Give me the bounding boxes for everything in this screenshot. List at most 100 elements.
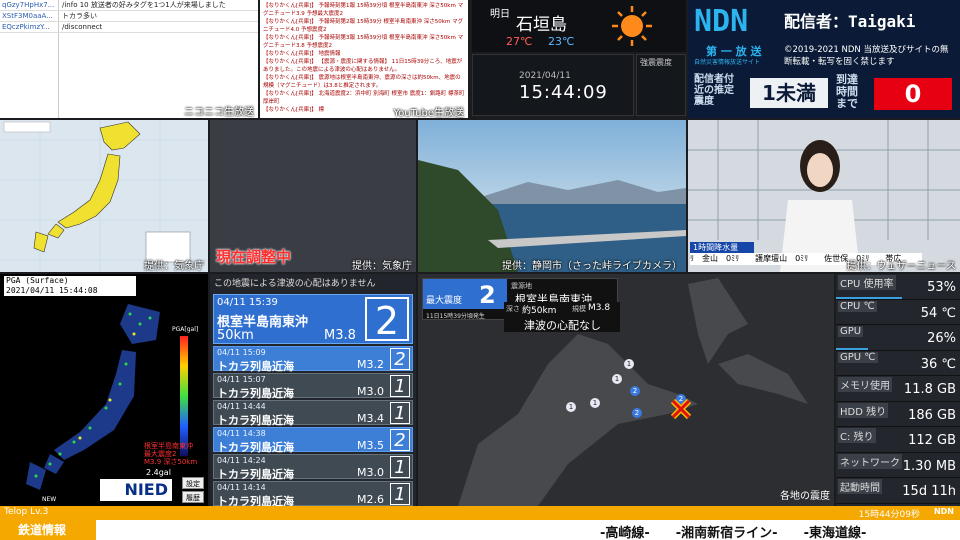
epicenter-label: 震源地 <box>511 282 532 290</box>
youtube-chat-panel: 【なりかくん[兵庫]】 予報時刻第1報 15時39分頃 根室半島南東沖 深さ50… <box>260 0 468 118</box>
eq-shindo: 1 <box>390 483 410 505</box>
live-camera-view: 提供：静岡市（さった峠ライブカメラ） <box>418 120 686 272</box>
stat-row: HDD 残り 186 GB <box>836 402 960 427</box>
weather-low: 23℃ <box>548 35 575 48</box>
clock-time: 15:44:09 <box>519 82 608 103</box>
max-intensity-value: 2 <box>479 281 496 309</box>
japan-map-graphic <box>0 120 208 272</box>
streamer-name: 配信者：Taigaki <box>784 12 916 31</box>
latest-eq-depth: 50km <box>217 328 254 343</box>
pga-new-label: NEW <box>42 496 57 503</box>
occurred-time: 11日15時39分頃発生 <box>426 313 485 320</box>
stat-label: HDD 残り <box>838 402 889 418</box>
yt-line: 【なりかくん[兵庫]】 【震源・震度に関する情報】 11日15時39分ころ、地震… <box>263 59 463 73</box>
pga-gal: 2.4gal <box>146 468 171 477</box>
chat-row: EQczPkimzY... /disconnect <box>0 22 258 33</box>
stat-row: 起動時間 15d 11h <box>836 478 960 504</box>
earthquake-list-panel: この地震による津波の心配はありません 04/11 15:39 根室半島南東沖 5… <box>210 274 416 506</box>
stat-value: 53% <box>927 280 956 295</box>
system-stats-panel: CPU 使用率 53% CPU ℃ 54 ℃ GPU 26% GPU ℃ 36 ℃ メモ… <box>836 274 960 506</box>
stat-row: GPU 26% <box>836 325 960 351</box>
estimated-intensity-label: 配信者付近の推定震度 <box>694 74 734 107</box>
ndn-subtagline: 自然災害情報放送サイト <box>694 59 761 66</box>
stat-bar <box>836 347 869 350</box>
eq-magnitude: M3.4 <box>357 412 384 425</box>
eq-time: 04/11 14:44 <box>217 402 266 411</box>
eq-magnitude: M3.0 <box>357 466 384 479</box>
eq-time: 04/11 14:38 <box>217 429 266 438</box>
chat-row: qGzy7HpHx7.../info 10 放送者の好みタグを1つ1人が来場しま… <box>0 0 258 11</box>
chat-row: XStF3M0aaA... トカラ多い <box>0 11 258 22</box>
adjusting-panel: 現在調整中 提供：気象庁 <box>210 120 416 272</box>
chat-message: /info 10 放送者の好みタグを1つ1人が来場しました <box>58 0 258 10</box>
stat-label: GPU <box>838 326 864 337</box>
eq-time: 04/11 14:14 <box>217 483 266 492</box>
yt-line: 【なりかくん[兵庫]】 予報時刻第3報 15時39分頃 根室半島南東沖 深さ50… <box>263 35 464 49</box>
eq-shindo: 2 <box>390 348 410 370</box>
stat-label: CPU ℃ <box>838 300 877 312</box>
latest-eq-shindo: 2 <box>365 297 409 343</box>
chat-user: qGzy7HpHx7... <box>2 1 55 9</box>
magnitude-value: M3.8 <box>588 303 611 313</box>
youtube-source-label: YouTube生放送 <box>393 108 464 119</box>
weather-day-label: 明日 <box>490 9 510 20</box>
stat-value: 36 ℃ <box>920 356 956 372</box>
stat-value: 54 ℃ <box>920 305 956 321</box>
earthquake-history-list: 04/11 15:09 トカラ列島近海 M3.2 2 04/11 15:07 トカラ列島… <box>210 346 416 506</box>
eq-history-row[interactable]: 04/11 14:24 トカラ列島近海 M3.0 1 <box>213 454 413 481</box>
arrival-time-label: 到達時間まで <box>836 73 858 110</box>
eq-name: トカラ列島近海 <box>217 468 294 481</box>
eq-name: トカラ列島近海 <box>217 495 294 506</box>
eq-shindo: 1 <box>390 456 410 478</box>
magnitude-label: 規模 <box>572 305 586 313</box>
coastline-camera-image <box>418 120 686 272</box>
station-intensity-marker: 1 <box>590 398 600 408</box>
yt-line: 【なりかくん[兵庫]】 震源地は根室半島南東沖、震源の深さは約50km、地震の規… <box>263 75 461 89</box>
stat-value: 15d 11h <box>902 484 956 499</box>
chat-user: XStF3M0aaA... <box>2 12 53 20</box>
eq-history-row[interactable]: 04/11 15:09 トカラ列島近海 M3.2 2 <box>213 346 413 373</box>
train-info-label: 鉄道情報 <box>0 520 96 540</box>
depth-value: 約50km <box>522 306 557 316</box>
eq-time: 04/11 15:09 <box>217 348 266 357</box>
estimated-intensity-value: 1未満 <box>750 78 828 108</box>
niconico-chat-panel: qGzy7HpHx7.../info 10 放送者の好みタグを1つ1人が来場しま… <box>0 0 258 118</box>
eq-time: 04/11 14:24 <box>217 456 266 465</box>
latest-earthquake-card[interactable]: 04/11 15:39 根室半島南東沖 50km M3.8 2 <box>213 294 413 344</box>
eq-shindo: 2 <box>390 429 410 451</box>
pga-eq-info: 根室半島南東沖 最大震度2 M3.9 深さ50km <box>144 442 198 466</box>
pga-history-button[interactable]: 履歴 <box>182 491 204 503</box>
eq-history-row[interactable]: 04/11 14:44 トカラ列島近海 M3.4 1 <box>213 400 413 427</box>
pga-settings-button[interactable]: 設定 <box>182 477 204 489</box>
nied-logo: NIED <box>100 479 172 501</box>
stat-label: C: 残り <box>838 428 876 443</box>
station-intensity-marker: 2 <box>630 386 640 396</box>
station-intensity-marker: 1 <box>612 374 622 384</box>
tsunami-status: 津波の心配なし <box>524 319 601 332</box>
sun-icon <box>612 6 652 46</box>
eq-history-row[interactable]: 04/11 14:14 トカラ列島近海 M2.6 1 <box>213 481 413 506</box>
station-intensity-marker: 1 <box>566 402 576 412</box>
eq-history-row[interactable]: 04/11 15:07 トカラ列島近海 M3.0 1 <box>213 373 413 400</box>
max-intensity-label: 最大震度 <box>426 296 463 306</box>
stat-row: メモリ使用 11.8 GB <box>836 376 960 402</box>
stat-row: CPU ℃ 54 ℃ <box>836 300 960 325</box>
eq-name: トカラ列島近海 <box>217 414 294 427</box>
stat-label: CPU 使用率 <box>838 275 896 290</box>
stat-label: メモリ使用 <box>838 377 892 392</box>
chat-message: /disconnect <box>58 22 258 32</box>
weather-panel: 明日 石垣島 27℃ 23℃ <box>472 0 686 52</box>
eq-name: トカラ列島近海 <box>217 441 294 454</box>
intensity-panel: 強震震度 <box>636 54 686 116</box>
stat-row: GPU ℃ 36 ℃ <box>836 351 960 376</box>
eq-magnitude: M3.0 <box>357 385 384 398</box>
eq-magnitude: M3.2 <box>357 358 384 371</box>
stat-value: 11.8 GB <box>903 382 956 397</box>
yt-line: 【なりかくん[兵庫]】 予報時刻第1報 15時39分頃 根室半島南東沖 深さ50… <box>263 3 464 17</box>
pga-scale-label: PGA[gal] <box>172 326 199 333</box>
eq-time: 04/11 15:07 <box>217 375 266 384</box>
weather-high: 27℃ <box>506 35 533 48</box>
eq-history-row[interactable]: 04/11 14:38 トカラ列島近海 M3.5 2 <box>213 427 413 454</box>
stat-label: ネットワーク <box>838 453 902 469</box>
rain-title: 1時間降水量 <box>690 242 754 253</box>
